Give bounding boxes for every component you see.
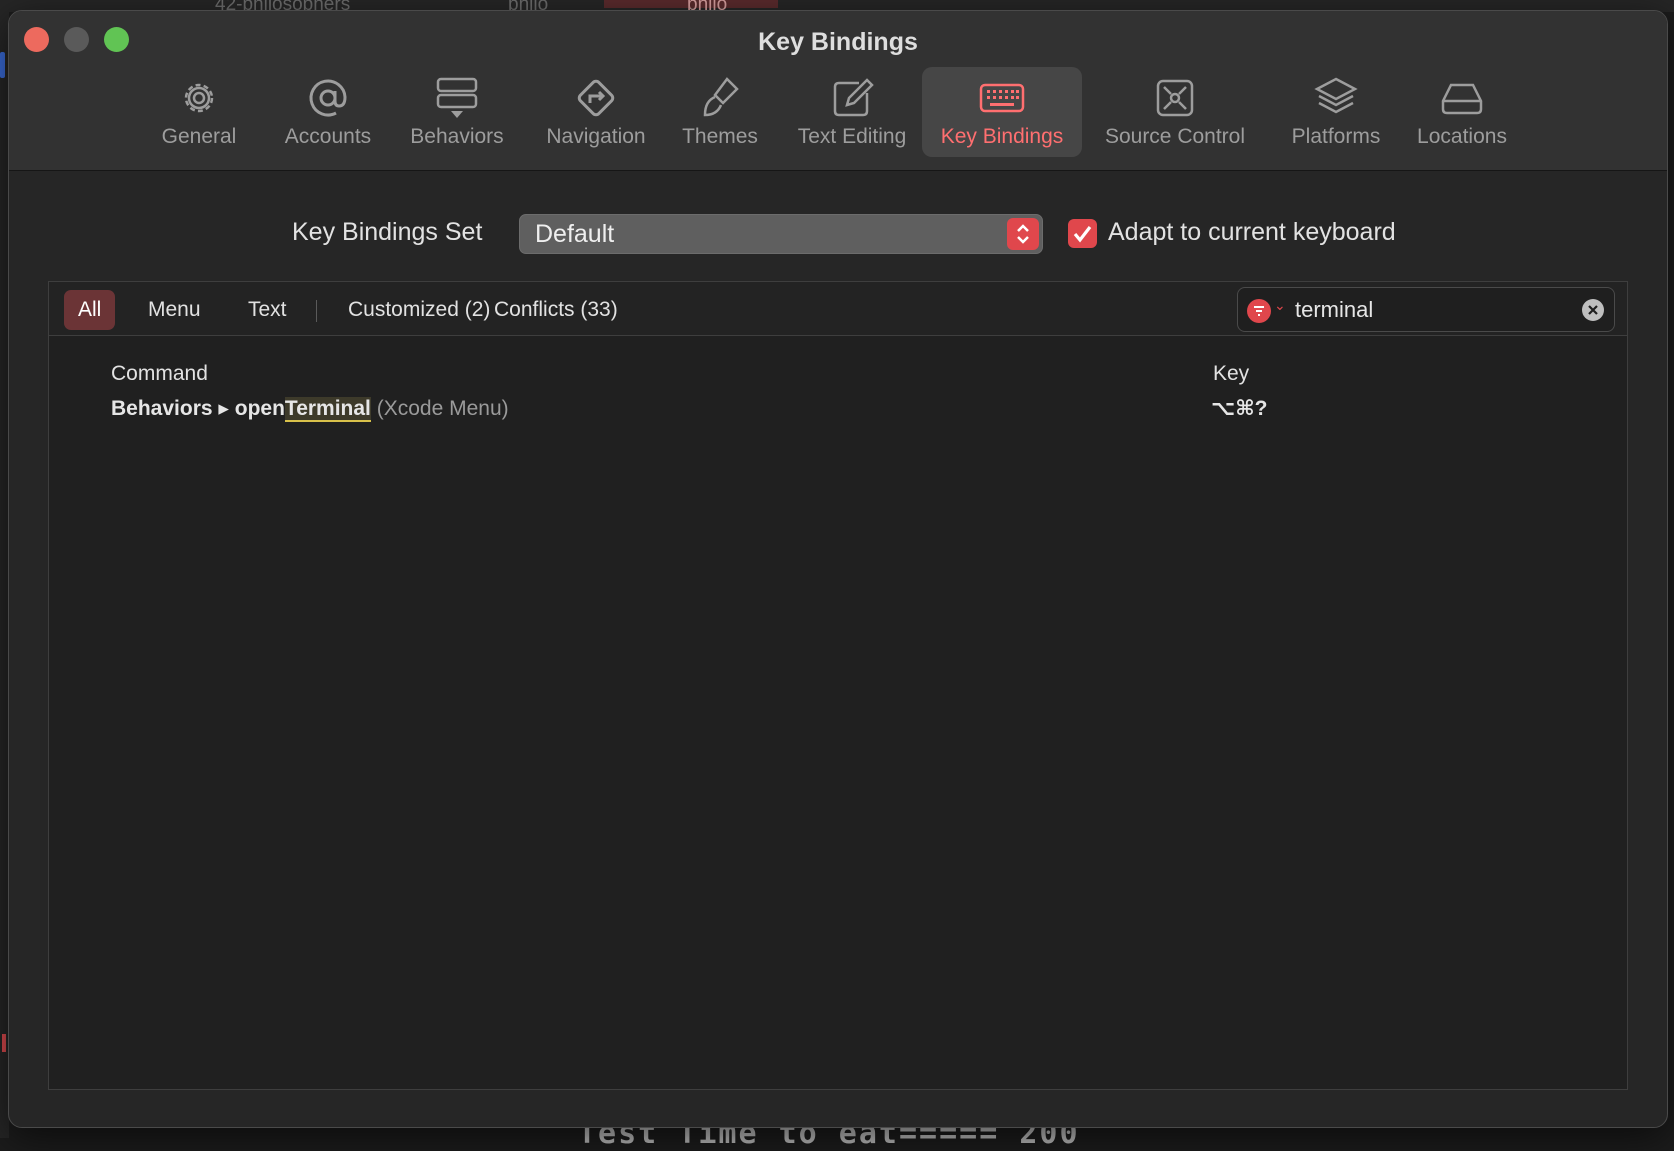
filter-menu[interactable]: Menu (134, 290, 215, 330)
key-cell[interactable]: ⌥⌘? (1211, 396, 1268, 421)
tab-label: Behaviors (410, 125, 504, 148)
settings-window: Key Bindings General Accounts Behaviors … (8, 10, 1668, 1128)
up-down-chevron-icon (1007, 218, 1039, 250)
tab-label: Navigation (546, 125, 646, 148)
tab-themes[interactable]: Themes (673, 67, 767, 157)
adapt-keyboard-label: Adapt to current keyboard (1108, 218, 1396, 246)
key-bindings-set-popup[interactable]: Default (519, 214, 1043, 254)
adapt-keyboard-checkbox[interactable] (1068, 219, 1097, 248)
titlebar: Key Bindings General Accounts Behaviors … (9, 11, 1667, 171)
tab-locations[interactable]: Locations (1407, 67, 1517, 157)
key-bindings-set-value: Default (535, 220, 615, 248)
tab-label: Themes (682, 125, 758, 148)
navigation-icon (577, 79, 615, 117)
background-marker (2, 1034, 6, 1052)
behaviors-icon (436, 77, 478, 118)
tab-label: Key Bindings (940, 125, 1064, 148)
column-header-key[interactable]: Key (1213, 362, 1249, 386)
tab-behaviors[interactable]: Behaviors (403, 67, 511, 157)
search-input[interactable] (1295, 294, 1565, 326)
stack-icon (1314, 77, 1358, 114)
filter-divider (316, 300, 317, 322)
filter-icon[interactable] (1247, 299, 1271, 323)
filter-conflicts[interactable]: Conflicts (33) (480, 290, 632, 330)
tab-label: Source Control (1104, 125, 1246, 148)
tab-source-control[interactable]: Source Control (1095, 67, 1255, 157)
window-title: Key Bindings (758, 28, 918, 56)
tab-label: Locations (1417, 125, 1507, 148)
tab-label: Text Editing (797, 125, 907, 148)
filter-customized[interactable]: Customized (2) (334, 290, 504, 330)
tab-general[interactable]: General (161, 67, 237, 157)
filter-bar: All Menu Text Customized (2) Conflicts (… (49, 282, 1627, 336)
pencil-square-icon (833, 78, 874, 117)
chevron-down-icon: ⌄ (1274, 297, 1286, 313)
tab-text-editing[interactable]: Text Editing (784, 67, 920, 157)
source-control-icon (1156, 79, 1194, 117)
command-cell: Behaviors ▸ openTerminal (Xcode Menu) (111, 396, 509, 422)
command-context: (Xcode Menu) (370, 397, 509, 420)
column-header-command[interactable]: Command (111, 362, 208, 386)
tab-key-bindings[interactable]: Key Bindings (922, 67, 1082, 157)
tab-label: Accounts (284, 125, 372, 148)
tab-platforms[interactable]: Platforms (1279, 67, 1393, 157)
key-bindings-set-label: Key Bindings Set (292, 218, 483, 246)
tab-label: General (161, 125, 237, 148)
tab-accounts[interactable]: Accounts (279, 67, 377, 157)
preferences-toolbar: General Accounts Behaviors Navigation Th… (9, 67, 1667, 159)
table-row[interactable]: Behaviors ▸ openTerminal (Xcode Menu) ⌥⌘… (49, 390, 1627, 426)
at-sign-icon (309, 79, 347, 117)
search-match: Terminal (284, 397, 371, 422)
keyboard-icon (979, 83, 1025, 113)
clear-icon[interactable] (1582, 299, 1604, 321)
tab-navigation[interactable]: Navigation (533, 67, 659, 157)
tab-label: Platforms (1291, 125, 1381, 148)
checkmark-icon (1073, 226, 1092, 243)
paintbrush-icon (703, 77, 739, 117)
search-field[interactable]: ⌄ (1237, 287, 1615, 332)
background-marker (0, 52, 5, 78)
gear-icon (184, 83, 214, 113)
filter-text[interactable]: Text (234, 290, 301, 330)
filter-all[interactable]: All (64, 290, 116, 330)
bindings-panel: All Menu Text Customized (2) Conflicts (… (48, 281, 1628, 1090)
drive-icon (1441, 83, 1483, 115)
command-path: Behaviors ▸ open (111, 397, 285, 420)
